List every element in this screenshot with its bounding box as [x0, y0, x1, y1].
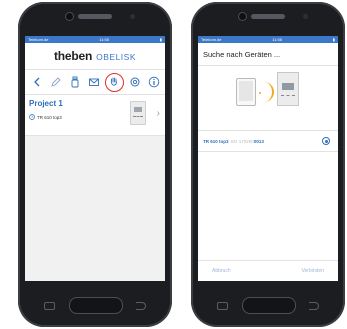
clock: 11:56	[272, 37, 282, 42]
device-thumbnail	[130, 101, 146, 125]
clock-icon	[29, 114, 35, 120]
speaker	[78, 14, 112, 19]
recent-apps-key[interactable]	[217, 302, 228, 310]
pencil-icon[interactable]	[48, 74, 64, 90]
brand-logo: theben	[53, 49, 93, 63]
serial-label: SN	[230, 138, 237, 144]
search-illustration	[198, 66, 338, 131]
found-device-name: TR 610 top3	[203, 138, 229, 144]
sensor	[303, 14, 308, 19]
left-phone: Telekom.de 11:55 ▮ theben OBELISK Projec…	[18, 2, 172, 327]
left-screen: Telekom.de 11:55 ▮ theben OBELISK Projec…	[25, 36, 165, 281]
found-device-row[interactable]: TR 610 top3 SN 170200 0013	[198, 131, 338, 152]
serial-prefix: 170200	[238, 138, 254, 144]
envelope-icon[interactable]	[86, 74, 102, 90]
carrier: Telekom.de	[201, 37, 222, 42]
app-header: theben OBELISK	[25, 43, 165, 70]
page-title-bar: Suche nach Geräten ...	[198, 43, 338, 66]
empty-list-area	[25, 136, 165, 281]
bottom-actions: Abbruch Verbinden	[198, 260, 338, 281]
speaker	[251, 14, 285, 19]
recent-apps-key[interactable]	[44, 302, 55, 310]
status-bar: Telekom.de 11:56 ▮	[198, 36, 338, 43]
page-title: Suche nach Geräten ...	[203, 49, 281, 59]
sensor	[130, 14, 135, 19]
home-button[interactable]	[69, 297, 123, 314]
home-button[interactable]	[242, 297, 296, 314]
project-device: TR 610 top3	[29, 114, 62, 120]
battery-icon: ▮	[159, 37, 162, 42]
back-chevron-icon[interactable]	[29, 74, 45, 90]
project-title: Project 1	[29, 99, 63, 108]
chevron-right-icon[interactable]: ›	[157, 108, 160, 119]
timer-device-icon	[277, 72, 299, 106]
connect-button[interactable]: Verbinden	[301, 268, 324, 274]
cancel-button[interactable]: Abbruch	[212, 268, 231, 274]
gear-icon[interactable]	[127, 74, 143, 90]
clock: 11:55	[99, 37, 109, 42]
hand-icon[interactable]	[104, 72, 124, 92]
carrier: Telekom.de	[28, 37, 49, 42]
device-name: TR 610 top3	[37, 114, 62, 120]
front-camera	[66, 13, 73, 20]
info-icon[interactable]	[146, 74, 162, 90]
signal-dot	[259, 92, 261, 94]
product-name: OBELISK	[96, 51, 137, 62]
back-key[interactable]	[136, 302, 146, 310]
tablet-icon	[236, 78, 256, 106]
toolbar	[25, 70, 165, 95]
front-camera	[239, 13, 246, 20]
bottle-icon[interactable]	[67, 74, 83, 90]
status-bar: Telekom.de 11:55 ▮	[25, 36, 165, 43]
back-key[interactable]	[309, 302, 319, 310]
right-phone: Telekom.de 11:56 ▮ Suche nach Geräten ..…	[191, 2, 345, 327]
device-radio-selected[interactable]	[322, 137, 330, 145]
signal-wave-icon	[262, 82, 274, 102]
project-list-item[interactable]: Project 1 TR 610 top3 ›	[25, 95, 165, 136]
serial-suffix: 0013	[253, 138, 264, 144]
right-screen: Telekom.de 11:56 ▮ Suche nach Geräten ..…	[198, 36, 338, 281]
battery-icon: ▮	[332, 37, 335, 42]
